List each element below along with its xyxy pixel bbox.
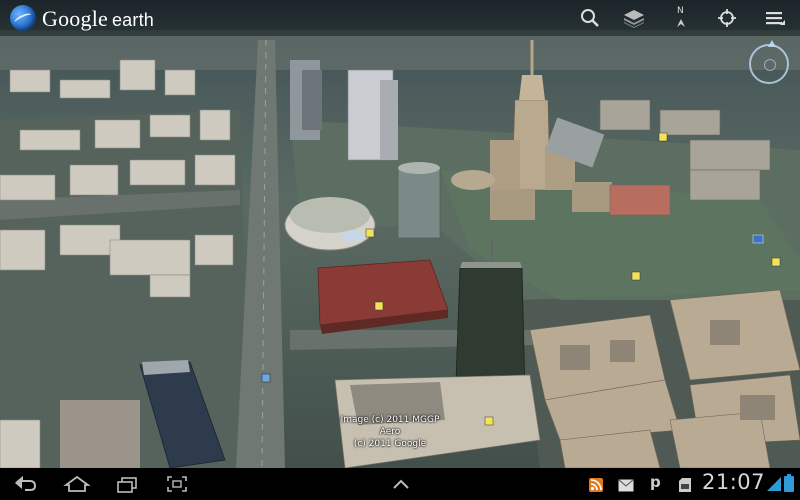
logo-word-earth: earth: [111, 10, 154, 30]
app-logo: Google earth: [42, 6, 154, 32]
logo-word-google: Google: [42, 6, 108, 31]
back-icon[interactable]: [10, 474, 40, 494]
earth-map-view[interactable]: Image (c) 2011 MGGP Aero (c) 2011 Google: [0, 0, 800, 468]
app-header: Google earth N: [0, 0, 800, 36]
wifi-icon: [767, 476, 781, 495]
attribution-line-1: Image (c) 2011 MGGP Aero: [340, 415, 440, 437]
transit-marker-icon: [261, 373, 271, 383]
metro-marker-icon: [752, 234, 764, 244]
home-icon[interactable]: [62, 474, 92, 494]
poi-marker-icon: [365, 228, 375, 238]
google-earth-globe-icon: [10, 5, 36, 31]
screenshot-icon[interactable]: [162, 474, 192, 494]
city-3d-scene: [0, 30, 800, 468]
battery-icon: [784, 474, 794, 496]
round-tower: [397, 167, 441, 239]
sd-card-icon: [679, 477, 691, 496]
north-label: N: [677, 6, 684, 16]
expand-up-icon[interactable]: [386, 474, 416, 494]
my-location-icon[interactable]: [716, 7, 738, 29]
layers-icon[interactable]: [622, 7, 644, 29]
recent-apps-icon[interactable]: [112, 474, 142, 494]
north-arrow-icon[interactable]: N: [670, 6, 692, 29]
gmail-icon: [618, 477, 634, 496]
system-navigation-bar: p 21:07: [0, 468, 800, 500]
attribution-line-2: (c) 2011 Google: [353, 439, 427, 449]
menu-icon[interactable]: [764, 7, 786, 29]
compass-control[interactable]: [749, 40, 789, 84]
search-icon[interactable]: [579, 7, 601, 29]
status-clock: 21:07: [702, 470, 766, 494]
imagery-attribution: Image (c) 2011 MGGP Aero (c) 2011 Google: [330, 414, 450, 450]
p-icon: p: [650, 473, 661, 491]
rss-icon: [589, 477, 603, 496]
